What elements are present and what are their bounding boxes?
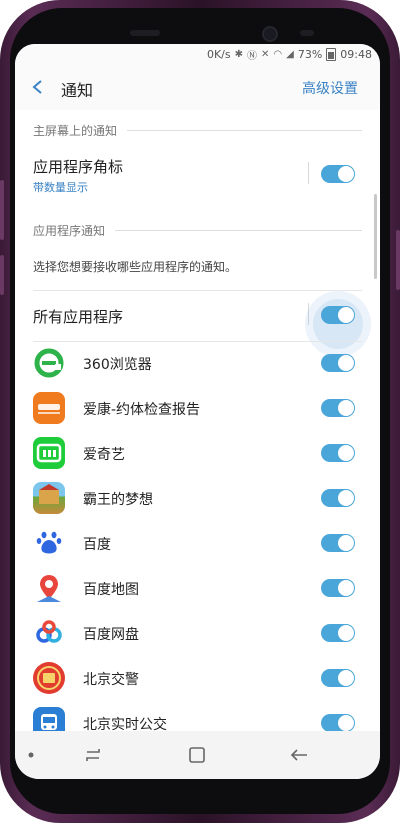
- status-bar: 0K/s ✱ Ⓝ ✕ ◠ ◢ 73% 09:48: [15, 44, 380, 64]
- home-button[interactable]: [179, 741, 215, 769]
- app-toggle[interactable]: [321, 624, 355, 642]
- bixby-button: [0, 255, 4, 295]
- app-toggle[interactable]: [321, 444, 355, 462]
- toggle-knob: [338, 400, 354, 416]
- back-arrow-icon: [32, 80, 42, 94]
- advanced-settings-link[interactable]: 高级设置: [302, 78, 358, 98]
- nfc-icon: Ⓝ: [247, 51, 258, 62]
- net-speed: 0K/s: [206, 48, 231, 61]
- app-name: 爱康-约体检查报告: [83, 402, 201, 418]
- nav-dot-button[interactable]: [21, 741, 41, 769]
- app-toggle[interactable]: [321, 399, 355, 417]
- scrollbar[interactable]: [374, 194, 377, 279]
- app-name: 百度: [83, 537, 111, 553]
- sensor: [300, 30, 314, 36]
- phone-frame: 0K/s ✱ Ⓝ ✕ ◠ ◢ 73% 09:48 通知 高级设置 主屏幕上的通知…: [0, 0, 400, 823]
- badge-subtitle: 带数量显示: [33, 181, 88, 194]
- badge-title[interactable]: 应用程序角标: [33, 156, 123, 177]
- page-title: 通知: [61, 81, 94, 100]
- toggle-knob: [338, 445, 354, 461]
- iqiyi-icon: [33, 437, 65, 469]
- section-label-apps: 应用程序通知: [33, 224, 106, 238]
- app-name: 360浏览器: [83, 357, 152, 373]
- app-toggle[interactable]: [321, 534, 355, 552]
- app-header: 通知 高级设置: [15, 64, 380, 110]
- battery-icon: [326, 48, 337, 61]
- all-apps-toggle[interactable]: [321, 306, 355, 324]
- app-row-baidu[interactable]: 百度: [15, 521, 380, 565]
- apps-description: 选择您想要接收哪些应用程序的通知。: [33, 260, 238, 274]
- app-toggle[interactable]: [321, 489, 355, 507]
- home-icon: [189, 747, 205, 763]
- divider: [33, 290, 362, 291]
- screen: 0K/s ✱ Ⓝ ✕ ◠ ◢ 73% 09:48 通知 高级设置 主屏幕上的通知…: [15, 44, 380, 779]
- battery-percent: 73%: [297, 48, 323, 61]
- toggle-knob: [338, 580, 354, 596]
- back-button[interactable]: [25, 74, 51, 100]
- section-divider: [127, 130, 362, 131]
- app-row-360-browser[interactable]: 360浏览器: [15, 341, 380, 385]
- app-name: 爱奇艺: [83, 447, 125, 463]
- vertical-separator: [308, 162, 309, 184]
- navigation-bar: [15, 731, 380, 779]
- toggle-knob: [338, 535, 354, 551]
- baidu-map-icon: [33, 572, 65, 604]
- clock: 09:48: [340, 48, 372, 61]
- section-divider: [115, 230, 362, 231]
- toggle-knob: [338, 307, 354, 323]
- signal-icon: ◢: [286, 49, 294, 60]
- mute-icon: ✕: [261, 49, 270, 60]
- app-row-iqiyi[interactable]: 爱奇艺: [15, 431, 380, 475]
- toggle-knob: [338, 715, 354, 731]
- baidu-icon: [33, 527, 65, 559]
- baidu-netdisk-icon: [33, 617, 65, 649]
- beijing-police-icon: [33, 662, 65, 694]
- app-row-ikang[interactable]: 爱康-约体检查报告: [15, 386, 380, 430]
- app-name: 百度地图: [83, 582, 139, 598]
- back-nav-icon: [290, 749, 307, 761]
- front-camera-icon: [262, 26, 278, 42]
- app-row-baidu-netdisk[interactable]: 百度网盘: [15, 611, 380, 655]
- app-row-baidu-map[interactable]: 百度地图: [15, 566, 380, 610]
- bluetooth-icon: ✱: [234, 49, 244, 60]
- section-label-home: 主屏幕上的通知: [33, 124, 118, 138]
- app-row-game[interactable]: 霸王的梦想: [15, 476, 380, 520]
- ikang-icon: [33, 392, 65, 424]
- sensor: [130, 30, 160, 36]
- app-toggle[interactable]: [321, 579, 355, 597]
- all-apps-label[interactable]: 所有应用程序: [33, 306, 123, 327]
- badge-toggle[interactable]: [321, 165, 355, 183]
- toggle-knob: [338, 490, 354, 506]
- volume-button: [0, 180, 4, 240]
- game-icon: [33, 482, 65, 514]
- toggle-knob: [338, 166, 354, 182]
- app-toggle[interactable]: [321, 354, 355, 372]
- app-row-beijing-police[interactable]: 北京交警: [15, 656, 380, 700]
- app-toggle[interactable]: [321, 714, 355, 732]
- app-toggle[interactable]: [321, 669, 355, 687]
- app-name: 霸王的梦想: [83, 492, 153, 508]
- app-name: 百度网盘: [83, 627, 139, 643]
- app-name: 北京交警: [83, 672, 139, 688]
- recent-apps-icon: [86, 749, 100, 761]
- browser-360-icon: [33, 347, 65, 379]
- back-nav-button[interactable]: [281, 741, 317, 769]
- dot-icon: [28, 752, 34, 758]
- toggle-knob: [338, 670, 354, 686]
- toggle-knob: [338, 625, 354, 641]
- power-button: [396, 230, 400, 290]
- toggle-knob: [338, 355, 354, 371]
- recent-apps-button[interactable]: [75, 741, 111, 769]
- wifi-icon: ◠: [273, 49, 283, 60]
